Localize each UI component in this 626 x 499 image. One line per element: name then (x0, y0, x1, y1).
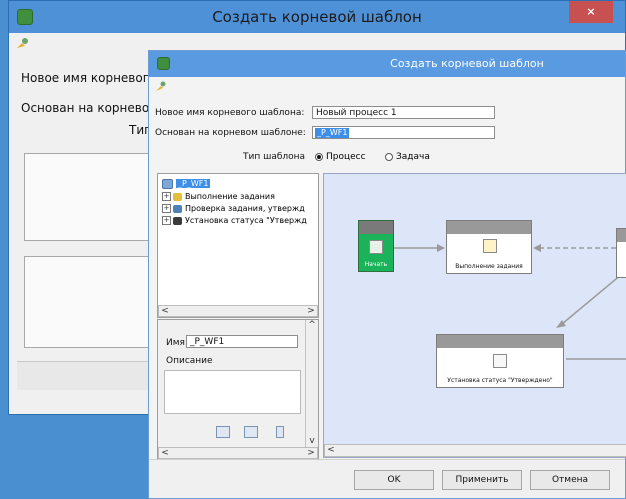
node-header (617, 229, 626, 242)
tree-horizontal-scrollbar[interactable]: < > (158, 305, 318, 317)
tree-item-label: Установка статуса "Утвержд (185, 216, 307, 225)
scroll-right-icon[interactable]: > (305, 448, 317, 458)
based-on-value: _P_WF1 (315, 128, 350, 138)
background-props-panel (24, 256, 156, 348)
scroll-left-icon[interactable]: < (325, 445, 337, 455)
gear-icon (483, 239, 497, 253)
start-icon (369, 240, 383, 254)
properties-panel: Имя: _P_WF1 Описание ^ v < > (157, 319, 319, 460)
background-based-on-label: Основан на корневом (21, 101, 159, 115)
props-vertical-scrollbar[interactable]: ^ v (305, 320, 318, 448)
dialog-button-bar: OK Применить Отмена (149, 459, 625, 498)
dialog-titlebar: Создать корневой шаблон (149, 51, 625, 77)
based-on-field[interactable]: _P_WF1 (312, 126, 495, 139)
gear-icon (173, 192, 182, 201)
status-node-label: Установка статуса "Утверждено" (447, 377, 553, 384)
task-node-execute[interactable]: Выполнение задания (446, 220, 532, 274)
create-root-template-dialog: Создать корневой шаблон Новое имя корнев… (148, 50, 626, 499)
expand-icon[interactable]: + (162, 192, 171, 201)
node-header (437, 335, 563, 348)
start-node-label: Начать (364, 261, 388, 268)
template-tree: _P_WF1 + Выполнение задания + Проверка зад… (157, 173, 319, 318)
node-header (359, 221, 393, 234)
scroll-up-icon[interactable]: ^ (306, 320, 318, 330)
radio-process[interactable] (315, 153, 323, 161)
new-name-input[interactable]: Новый процесс 1 (312, 106, 495, 119)
dialog-title: Создать корневой шаблон (390, 57, 544, 70)
tree-item-root[interactable]: _P_WF1 (162, 178, 211, 190)
flag-icon (493, 354, 507, 368)
tree-item[interactable]: + Проверка задания, утвержд (162, 203, 305, 215)
root-icon (162, 178, 173, 189)
tree-item-label: Выполнение задания (185, 192, 275, 201)
new-name-label: Новое имя корневого шаблона: (155, 108, 305, 118)
app-icon (157, 57, 170, 70)
check-task-icon (173, 204, 182, 213)
scroll-down-icon[interactable]: v (306, 436, 318, 446)
background-title: Создать корневой шаблон (212, 8, 422, 26)
background-tree-panel (24, 153, 156, 241)
description-label: Описание (166, 356, 213, 366)
cancel-button[interactable]: Отмена (530, 470, 610, 490)
name-label: Имя: (166, 338, 188, 348)
flag-icon (173, 216, 182, 225)
task-node-label: Выполнение задания (455, 263, 523, 270)
based-on-label: Основан на корневом шаблоне: (155, 128, 306, 138)
scroll-left-icon[interactable]: < (159, 306, 171, 316)
background-titlebar: Создать корневой шаблон × (9, 1, 625, 33)
background-new-name-label: Новое имя корневого (21, 71, 157, 85)
canvas-horizontal-scrollbar[interactable]: < (324, 444, 626, 457)
expand-icon[interactable]: + (162, 216, 171, 225)
expand-icon[interactable]: + (162, 204, 171, 213)
background-bottom-bar (17, 361, 157, 390)
node-header (447, 221, 531, 234)
props-horizontal-scrollbar[interactable]: < > (158, 447, 318, 459)
ok-button[interactable]: OK (354, 470, 434, 490)
more-icon[interactable] (276, 426, 284, 438)
close-button[interactable]: × (569, 1, 613, 23)
tree-item[interactable]: + Выполнение задания (162, 191, 275, 203)
tree-root-label: _P_WF1 (176, 179, 211, 188)
edit-icon[interactable] (216, 426, 230, 438)
apply-button[interactable]: Применить (442, 470, 522, 490)
start-node[interactable]: Начать (358, 220, 394, 272)
radio-task-label: Задача (396, 152, 430, 162)
toolbar-tool-icon[interactable] (155, 81, 167, 93)
diagram-canvas[interactable]: Начать Выполнение задания Установка стат… (323, 173, 626, 458)
scroll-right-icon[interactable]: > (305, 306, 317, 316)
name-input[interactable]: _P_WF1 (186, 335, 298, 348)
toolbar-tool-icon[interactable] (15, 37, 29, 51)
tree-item[interactable]: + Установка статуса "Утвержд (162, 215, 307, 227)
radio-task[interactable] (385, 153, 393, 161)
tree-item-label: Проверка задания, утвержд (185, 204, 305, 213)
radio-process-label: Процесс (326, 152, 366, 162)
status-node-approved[interactable]: Установка статуса "Утверждено" (436, 334, 564, 388)
partial-node[interactable] (616, 228, 626, 278)
properties-icon[interactable] (244, 426, 258, 438)
diagram-connectors (394, 243, 626, 360)
description-textarea[interactable] (164, 370, 301, 414)
scroll-left-icon[interactable]: < (159, 448, 171, 458)
template-type-label: Тип шаблона (243, 152, 306, 162)
